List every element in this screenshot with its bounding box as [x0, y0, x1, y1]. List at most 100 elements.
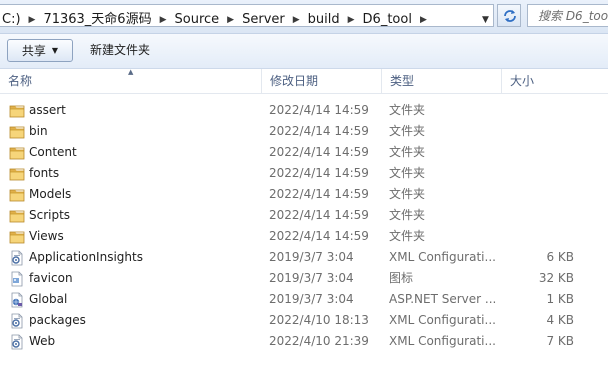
breadcrumb-separator-icon[interactable]: ▶	[23, 15, 42, 25]
file-type: 文件夹	[389, 229, 426, 243]
file-name: Web	[29, 334, 56, 348]
address-dropdown-icon[interactable]: ▼	[478, 9, 493, 32]
refresh-icon	[504, 10, 516, 22]
column-date[interactable]: 修改日期	[262, 69, 382, 93]
command-bar: 共享 ▼ 新建文件夹	[0, 34, 608, 69]
sort-ascending-icon: ▲	[128, 68, 134, 76]
file-name: ApplicationInsights	[29, 250, 143, 264]
file-name: Global	[29, 292, 68, 306]
column-date-label: 修改日期	[270, 74, 319, 88]
breadcrumb-folder-71363[interactable]: 71363_天命6源码	[41, 8, 153, 27]
folder-icon	[9, 103, 25, 119]
file-date: 2022/4/10 21:39	[269, 334, 369, 348]
file-type: 文件夹	[389, 124, 426, 138]
refresh-button[interactable]	[497, 4, 521, 27]
list-item[interactable]: Models 2022/4/14 14:59 文件夹	[0, 184, 608, 205]
list-item[interactable]: Scripts 2022/4/14 14:59 文件夹	[0, 205, 608, 226]
file-name: Content	[29, 145, 77, 159]
image-icon	[9, 271, 25, 287]
file-size: 4 KB	[546, 313, 574, 327]
file-type: 文件夹	[389, 187, 426, 201]
folder-icon	[9, 145, 25, 161]
share-button-label: 共享	[21, 44, 46, 58]
file-date: 2022/4/10 18:13	[269, 313, 369, 327]
address-bar-row: C:) ▶ 71363_天命6源码 ▶ Source ▶ Server ▶ build ▶ D6_t…	[0, 0, 608, 34]
file-type: 文件夹	[389, 166, 426, 180]
file-date: 2019/3/7 3:04	[269, 250, 354, 264]
file-size: 32 KB	[538, 271, 574, 285]
breadcrumb-folder-server[interactable]: Server	[240, 12, 287, 27]
file-date: 2019/3/7 3:04	[269, 271, 354, 285]
address-bar[interactable]: C:) ▶ 71363_天命6源码 ▶ Source ▶ Server ▶ build ▶ D6_t…	[0, 4, 494, 27]
xml-config-icon	[9, 313, 25, 329]
file-type: XML Configurati...	[389, 250, 496, 264]
breadcrumb-separator-icon[interactable]: ▶	[414, 15, 433, 25]
breadcrumb-separator-icon[interactable]: ▶	[287, 15, 306, 25]
breadcrumb-separator-icon[interactable]: ▶	[154, 15, 173, 25]
breadcrumb-folder-d6-tool[interactable]: D6_tool	[361, 12, 414, 27]
file-type: ASP.NET Server ...	[389, 292, 497, 306]
list-item[interactable]: ApplicationInsights 2019/3/7 3:04 XML Conf…	[0, 247, 608, 268]
file-name: favicon	[29, 271, 73, 285]
list-item[interactable]: bin 2022/4/14 14:59 文件夹	[0, 121, 608, 142]
column-type-label: 类型	[390, 74, 415, 88]
file-name: Models	[29, 187, 72, 201]
file-type: XML Configurati...	[389, 313, 496, 327]
breadcrumb: C:) ▶ 71363_天命6源码 ▶ Source ▶ Server ▶ build ▶ D6_t…	[0, 8, 433, 27]
list-item[interactable]: fonts 2022/4/14 14:59 文件夹	[0, 163, 608, 184]
file-list: assert 2022/4/14 14:59 文件夹 bin 2022/4/14 14…	[0, 100, 608, 352]
file-name: bin	[29, 124, 48, 138]
file-date: 2022/4/14 14:59	[269, 208, 369, 222]
breadcrumb-separator-icon[interactable]: ▶	[221, 15, 240, 25]
column-name[interactable]: 名称 ▲	[0, 68, 262, 93]
file-type: 文件夹	[389, 103, 426, 117]
folder-icon	[9, 124, 25, 140]
new-folder-button[interactable]: 新建文件夹	[84, 39, 156, 62]
file-size: 6 KB	[546, 250, 574, 264]
file-type: 文件夹	[389, 208, 426, 222]
xml-config-icon	[9, 334, 25, 350]
share-button[interactable]: 共享 ▼	[7, 39, 73, 62]
folder-icon	[9, 208, 25, 224]
breadcrumb-folder-build[interactable]: build	[306, 12, 342, 27]
column-header: 名称 ▲ 修改日期 类型 大小	[0, 68, 608, 94]
column-size-label: 大小	[510, 74, 535, 88]
folder-icon	[9, 229, 25, 245]
list-item[interactable]: Web 2022/4/10 21:39 XML Configurati... 7 KB	[0, 331, 608, 352]
breadcrumb-drive[interactable]: C:)	[0, 12, 23, 27]
list-item[interactable]: Content 2022/4/14 14:59 文件夹	[0, 142, 608, 163]
breadcrumb-folder-source[interactable]: Source	[173, 12, 222, 27]
file-date: 2022/4/14 14:59	[269, 145, 369, 159]
column-type[interactable]: 类型	[382, 69, 502, 93]
folder-icon	[9, 166, 25, 182]
file-date: 2022/4/14 14:59	[269, 229, 369, 243]
file-date: 2022/4/14 14:59	[269, 187, 369, 201]
file-size: 7 KB	[546, 334, 574, 348]
xml-config-icon	[9, 250, 25, 266]
file-date: 2022/4/14 14:59	[269, 166, 369, 180]
file-size: 1 KB	[546, 292, 574, 306]
chevron-down-icon: ▼	[51, 46, 59, 55]
file-type: 文件夹	[389, 145, 426, 159]
file-name: assert	[29, 103, 66, 117]
column-size[interactable]: 大小	[502, 69, 608, 93]
file-date: 2019/3/7 3:04	[269, 292, 354, 306]
file-name: Scripts	[29, 208, 71, 222]
file-name: fonts	[29, 166, 60, 180]
folder-icon	[9, 187, 25, 203]
column-name-label: 名称	[8, 74, 33, 88]
file-type: 图标	[389, 271, 414, 285]
search-box[interactable]	[527, 4, 608, 27]
list-item[interactable]: Global 2019/3/7 3:04 ASP.NET Server ... 1 K…	[0, 289, 608, 310]
list-item[interactable]: favicon 2019/3/7 3:04 图标 32 KB	[0, 268, 608, 289]
file-name: packages	[29, 313, 86, 327]
breadcrumb-separator-icon[interactable]: ▶	[342, 15, 361, 25]
list-item[interactable]: Views 2022/4/14 14:59 文件夹	[0, 226, 608, 247]
file-date: 2022/4/14 14:59	[269, 124, 369, 138]
list-item[interactable]: packages 2022/4/10 18:13 XML Configurati..…	[0, 310, 608, 331]
search-input[interactable]	[528, 5, 608, 25]
file-name: Views	[29, 229, 64, 243]
aspnet-icon	[9, 292, 25, 308]
file-date: 2022/4/14 14:59	[269, 103, 369, 117]
list-item[interactable]: assert 2022/4/14 14:59 文件夹	[0, 100, 608, 121]
